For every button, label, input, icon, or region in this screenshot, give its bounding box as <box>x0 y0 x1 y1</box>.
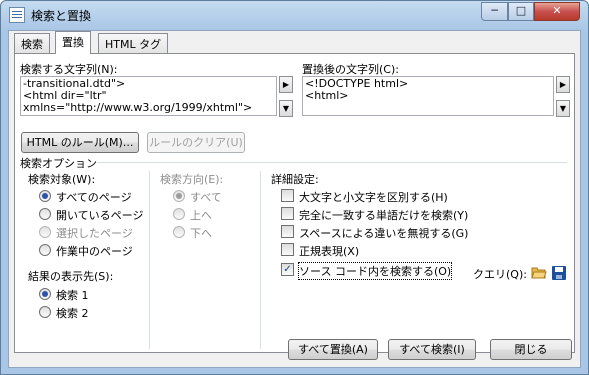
search-options-title: 検索オプション <box>20 157 97 170</box>
tab-replace[interactable]: 置換 <box>55 31 91 54</box>
replace-text-label: 置換後の文字列(C): <box>302 63 399 76</box>
tab-html-tags[interactable]: HTML タグ <box>98 33 169 53</box>
replace-text-area[interactable]: <!DOCTYPE html> <html> <box>302 76 554 116</box>
ignore-whitespace-label[interactable]: スペースによる違いを無視する(G) <box>299 225 468 241</box>
target-all-pages-label[interactable]: すべてのページ <box>56 189 132 205</box>
results-search2-radio[interactable] <box>39 306 51 318</box>
direction-down-label[interactable]: 下へ <box>190 225 212 241</box>
direction-title: 検索方向(E): <box>160 173 224 186</box>
title-bar[interactable]: 検索と置換 ─ □ ✕ <box>1 1 588 29</box>
replace-all-button[interactable]: すべて置換(A) <box>288 339 378 360</box>
window-title: 検索と置換 <box>31 9 92 23</box>
results-title: 結果の表示先(S): <box>28 270 114 283</box>
find-history-arrow-down[interactable]: ▼ <box>279 100 293 117</box>
close-button[interactable]: 閉じる <box>490 339 572 360</box>
clear-rules-button[interactable]: ルールのクリア(U) <box>147 132 245 153</box>
target-selected-pages-radio[interactable] <box>39 226 51 238</box>
direction-up-label[interactable]: 上へ <box>190 207 212 223</box>
replace-history-arrow-down[interactable]: ▼ <box>556 100 570 117</box>
search-source-code-checkbox[interactable]: ✓ <box>281 263 294 276</box>
target-selected-pages-label[interactable]: 選択したページ <box>56 225 133 241</box>
find-text-label: 検索する文字列(N): <box>20 63 118 76</box>
match-case-checkbox[interactable] <box>281 189 294 202</box>
dialog-window: 検索と置換 ─ □ ✕ 検索 置換 HTML タグ 検索する文字列(N): -t… <box>0 0 589 375</box>
regex-label[interactable]: 正規表現(X) <box>299 243 359 259</box>
minimize-button[interactable]: ─ <box>481 2 508 21</box>
html-rules-button[interactable]: HTML のルール(M)... <box>21 132 139 153</box>
target-open-pages-radio[interactable] <box>39 208 51 220</box>
direction-up-radio[interactable] <box>173 208 185 220</box>
dialog-client: 検索 置換 HTML タグ 検索する文字列(N): -transitional.… <box>8 30 581 368</box>
close-window-button[interactable]: ✕ <box>534 2 580 21</box>
search-options-divider <box>97 162 567 163</box>
whole-word-checkbox[interactable] <box>281 207 294 220</box>
search-source-code-label[interactable]: ソース コード内を検索する(O) <box>297 262 453 280</box>
app-icon <box>9 7 25 23</box>
ignore-whitespace-checkbox[interactable] <box>281 225 294 238</box>
find-history-arrow-right[interactable]: ▶ <box>279 76 293 93</box>
find-all-button[interactable]: すべて検索(I) <box>388 339 476 360</box>
options-divider-2 <box>260 171 261 349</box>
target-current-page-radio[interactable] <box>39 244 51 256</box>
whole-word-label[interactable]: 完全に一致する単語だけを検索(Y) <box>299 207 468 223</box>
replace-history-arrow-right[interactable]: ▶ <box>556 76 570 93</box>
target-all-pages-radio[interactable] <box>39 190 51 202</box>
direction-all-label[interactable]: すべて <box>190 189 222 205</box>
direction-down-radio[interactable] <box>173 226 185 238</box>
replace-tab-panel: 検索する文字列(N): -transitional.dtd"> <html di… <box>14 53 575 353</box>
tab-find[interactable]: 検索 <box>14 33 50 53</box>
results-search1-label[interactable]: 検索 1 <box>56 287 89 303</box>
search-target-title: 検索対象(W): <box>28 173 96 186</box>
options-divider-1 <box>149 171 150 349</box>
target-current-page-label[interactable]: 作業中のページ <box>56 243 133 259</box>
query-label: クエリ(Q): <box>473 268 527 281</box>
results-search2-label[interactable]: 検索 2 <box>56 305 89 321</box>
save-icon[interactable] <box>552 266 566 280</box>
find-text-line: xmlns="http://www.w3.org/1999/xhtml"> <box>23 101 253 114</box>
direction-all-radio[interactable] <box>173 190 185 202</box>
find-text-area[interactable]: -transitional.dtd"> <html dir="ltr" xmln… <box>20 76 277 116</box>
results-search1-radio[interactable] <box>39 288 51 300</box>
replace-text-line: <html> <box>305 89 349 102</box>
target-open-pages-label[interactable]: 開いているページ <box>56 207 143 223</box>
open-folder-icon[interactable] <box>531 266 547 279</box>
match-case-label[interactable]: 大文字と小文字を区別する(H) <box>299 189 448 205</box>
advanced-title: 詳細設定: <box>271 173 319 186</box>
maximize-button[interactable]: □ <box>508 2 534 21</box>
regex-checkbox[interactable] <box>281 243 294 256</box>
